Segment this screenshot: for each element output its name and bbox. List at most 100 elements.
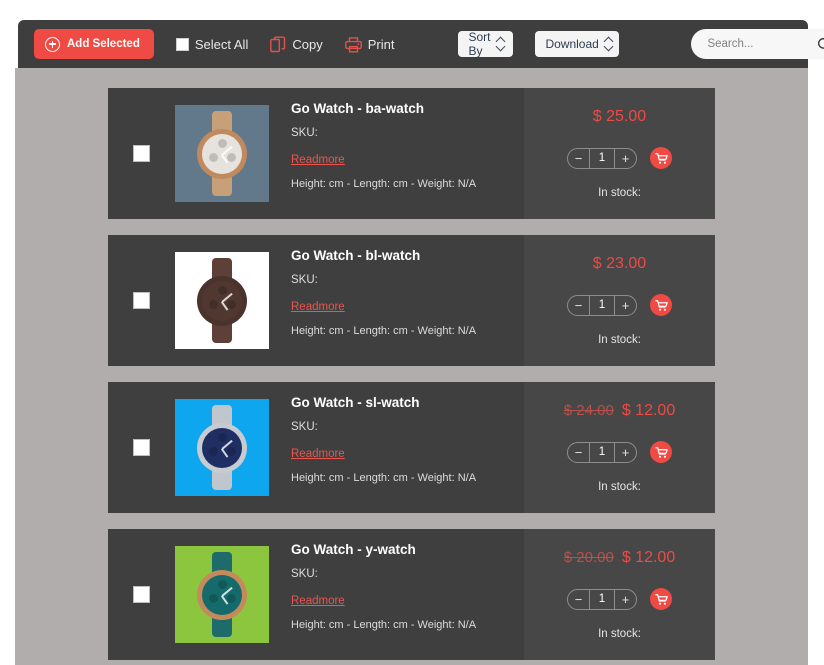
price-row: $ 25.00 [593, 108, 646, 130]
product-checkbox[interactable] [133, 586, 150, 603]
product-card: Go Watch - y-watch SKU: Readmore Height: cm… [108, 529, 715, 660]
product-card: Go Watch - ba-watch SKU: Readmore Height: c… [108, 88, 715, 219]
readmore-link[interactable]: Readmore [291, 448, 345, 460]
select-all-control[interactable]: Select All [175, 36, 249, 52]
stock-status: In stock: [598, 187, 641, 199]
readmore-link[interactable]: Readmore [291, 595, 345, 607]
chevron-updown-icon [605, 37, 614, 51]
product-price: $ 12.00 [621, 402, 676, 419]
add-to-cart-button[interactable] [650, 441, 672, 463]
chevron-updown-icon [496, 37, 505, 51]
select-all-label: Select All [194, 36, 249, 52]
product-card: Go Watch - sl-watch SKU: Readmore Height: c… [108, 382, 715, 513]
download-label: Download [545, 37, 599, 51]
watch-subdial [226, 594, 236, 603]
product-checkbox[interactable] [133, 439, 150, 456]
quantity-stepper[interactable]: −1 + [567, 294, 637, 316]
product-checkbox[interactable] [133, 292, 150, 309]
sort-by-select[interactable]: Sort By [458, 30, 514, 58]
product-sku: SKU: [291, 274, 318, 286]
print-button[interactable]: Print [344, 36, 395, 53]
watch-subdial [217, 139, 227, 148]
watch-subdial [226, 300, 236, 309]
quantity-decrement-button[interactable]: − [568, 296, 589, 315]
silver-navy-dial-chronograph-watch-image [175, 399, 269, 496]
add-to-cart-button[interactable] [650, 588, 672, 610]
print-label: Print [367, 36, 395, 52]
quantity-value[interactable]: 1 [589, 442, 615, 462]
product-sku: SKU: [291, 421, 318, 433]
select-all-checkbox[interactable] [175, 37, 189, 51]
quantity-row: −1 + [567, 441, 672, 463]
product-sku: SKU: [291, 568, 318, 580]
product-select-cell [108, 382, 175, 513]
product-price: $ 25.00 [592, 108, 647, 125]
product-select-cell [108, 529, 175, 660]
plus-circle-icon [45, 36, 60, 52]
watch-subdial [217, 433, 227, 442]
quantity-row: −1 + [567, 588, 672, 610]
quantity-increment-button[interactable]: + [615, 443, 636, 462]
search-icon[interactable] [817, 37, 824, 52]
quantity-increment-button[interactable]: + [615, 149, 636, 168]
product-info: Go Watch - ba-watch SKU: Readmore Height: c… [279, 88, 524, 219]
content-area: Go Watch - ba-watch SKU: Readmore Height: c… [15, 68, 808, 665]
print-icon [344, 36, 362, 53]
quantity-stepper[interactable]: −1 + [567, 588, 637, 610]
product-select-cell [108, 235, 175, 366]
product-info: Go Watch - y-watch SKU: Readmore Height: cm… [279, 529, 524, 660]
watch-subdial [208, 300, 218, 309]
add-selected-label: Add Selected [67, 38, 140, 50]
quantity-stepper[interactable]: −1 + [567, 441, 637, 463]
stock-status: In stock: [598, 334, 641, 346]
quantity-decrement-button[interactable]: − [568, 590, 589, 609]
product-thumbnail[interactable] [175, 529, 279, 660]
product-price: $ 23.00 [592, 255, 647, 272]
quantity-value[interactable]: 1 [589, 148, 615, 168]
watch-subdial [208, 447, 218, 456]
shopping-cart-icon [654, 152, 668, 164]
product-price-panel: $ 24.00 $ 12.00 −1 + In stock: [524, 382, 715, 513]
product-title: Go Watch - bl-watch [291, 248, 421, 263]
product-old-price: $ 20.00 [563, 549, 614, 566]
product-title: Go Watch - sl-watch [291, 395, 420, 410]
readmore-link[interactable]: Readmore [291, 154, 345, 166]
shopping-cart-icon [654, 593, 668, 605]
copy-icon [270, 36, 286, 52]
rose-gold-silver-dress-watch-image [175, 105, 269, 202]
watch-subdial [208, 594, 218, 603]
search-box[interactable] [691, 29, 824, 59]
product-price-panel: $ 23.00 −1 + In stock: [524, 235, 715, 366]
product-info: Go Watch - sl-watch SKU: Readmore Height: c… [279, 382, 524, 513]
search-input[interactable] [707, 38, 818, 50]
product-info: Go Watch - bl-watch SKU: Readmore Height: c… [279, 235, 524, 366]
product-thumbnail[interactable] [175, 88, 279, 219]
quantity-stepper[interactable]: −1 + [567, 147, 637, 169]
quantity-value[interactable]: 1 [589, 295, 615, 315]
teal-rose-gold-ladies-watch-image [175, 546, 269, 643]
quantity-increment-button[interactable]: + [615, 590, 636, 609]
download-select[interactable]: Download [535, 31, 620, 57]
quantity-decrement-button[interactable]: − [568, 149, 589, 168]
watch-subdial [226, 153, 236, 162]
quantity-value[interactable]: 1 [589, 589, 615, 609]
product-old-price: $ 24.00 [563, 402, 614, 419]
product-thumbnail[interactable] [175, 382, 279, 513]
product-checkbox[interactable] [133, 145, 150, 162]
sort-by-label: Sort By [468, 30, 491, 58]
add-to-cart-button[interactable] [650, 294, 672, 316]
product-title: Go Watch - ba-watch [291, 101, 425, 116]
copy-label: Copy [292, 36, 323, 52]
watch-subdial [217, 580, 227, 589]
readmore-link[interactable]: Readmore [291, 301, 345, 313]
product-dimensions: Height: cm - Length: cm - Weight: N/A [291, 472, 477, 484]
quantity-decrement-button[interactable]: − [568, 443, 589, 462]
quantity-increment-button[interactable]: + [615, 296, 636, 315]
add-selected-button[interactable]: Add Selected [34, 29, 154, 59]
copy-button[interactable]: Copy [270, 36, 323, 53]
product-sku: SKU: [291, 127, 318, 139]
product-dimensions: Height: cm - Length: cm - Weight: N/A [291, 619, 477, 631]
stock-status: In stock: [598, 628, 641, 640]
product-thumbnail[interactable] [175, 235, 279, 366]
add-to-cart-button[interactable] [650, 147, 672, 169]
